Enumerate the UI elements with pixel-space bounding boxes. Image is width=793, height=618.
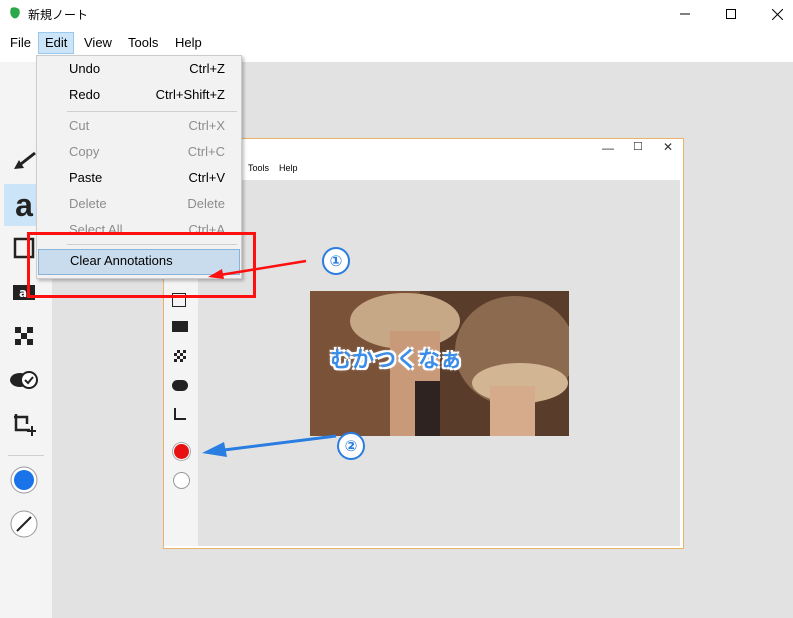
menu-item-paste[interactable]: Paste Ctrl+V [37,167,241,191]
color-picker-button[interactable] [4,462,44,498]
inner-menu-help: Help [279,163,298,173]
inner-stamp-icon [172,380,188,391]
callout-number-1: ① [322,247,350,275]
menu-tools[interactable]: Tools [122,33,164,53]
close-icon [771,8,783,20]
menu-item-delete[interactable]: Delete Delete [37,193,241,217]
inner-minimize-icon: — [602,141,614,155]
mosaic-tool-button[interactable] [4,318,44,354]
menu-file[interactable]: File [4,33,37,53]
inner-text-box-icon [172,321,188,332]
arrow-tool-icon [14,151,36,169]
photo-caption: むかつくなぁ [330,347,463,372]
menu-bar: File Edit View Tools Help [0,30,793,56]
inner-menu-tools: Tools [248,163,270,173]
menu-help[interactable]: Help [169,33,208,53]
line-width-icon [10,510,38,538]
maximize-icon [726,9,736,19]
menu-item-undo[interactable]: Undo Ctrl+Z [37,58,241,82]
inner-line-width-icon [173,472,190,489]
inner-crop-icon [174,408,186,420]
stamp-tool-icon [10,371,38,389]
sidebar-divider [8,455,44,456]
line-width-button[interactable] [4,506,44,542]
app-logo-icon [10,7,20,19]
inner-red-color-swatch [173,443,190,460]
menu-item-redo[interactable]: Redo Ctrl+Shift+Z [37,84,241,108]
menu-separator [67,111,237,112]
menu-edit[interactable]: Edit [38,32,75,54]
menu-item-copy[interactable]: Copy Ctrl+C [37,141,241,165]
svg-text:a: a [19,286,27,300]
maximize-button[interactable] [708,0,754,28]
close-button[interactable] [754,0,793,28]
title-bar: 新規ノート [0,0,793,28]
inner-close-icon: ✕ [663,140,674,154]
minimize-icon [680,13,690,15]
window-title: 新規ノート [28,8,89,22]
text-tool-icon: a [15,187,33,223]
red-arrow-icon [208,259,307,279]
stamp-tool-button[interactable] [4,362,44,398]
menu-item-cut[interactable]: Cut Ctrl+X [37,115,241,139]
color-circle-icon [10,466,38,494]
inner-maximize-icon: ☐ [633,141,643,153]
callout-number-2: ② [337,432,365,460]
inner-mosaic-icon [174,350,186,362]
blue-arrow-icon [202,434,337,457]
menu-view[interactable]: View [78,33,118,53]
crop-tool-icon [14,414,36,436]
mosaic-tool-icon [15,327,33,345]
crop-tool-button[interactable] [4,406,44,442]
minimize-button[interactable] [662,0,708,28]
